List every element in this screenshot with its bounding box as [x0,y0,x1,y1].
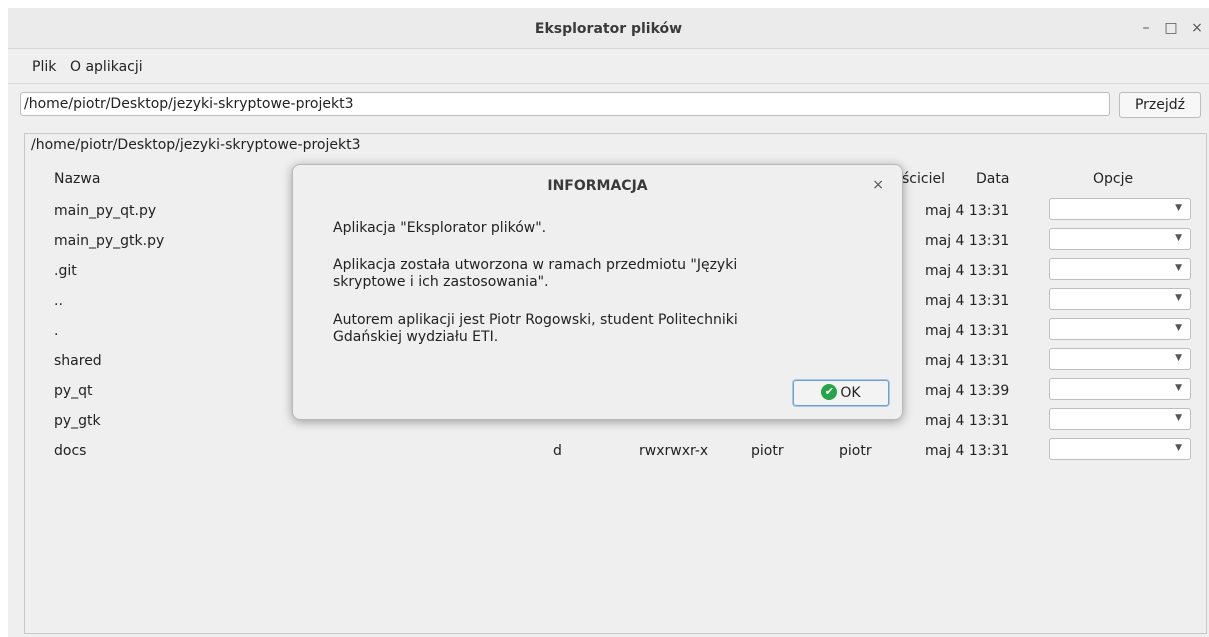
dialog-close-icon[interactable]: × [872,177,884,193]
ok-button-label: OK [840,385,861,401]
file-permissions: rwxrwxr-x [639,443,709,459]
file-date: maj 4 13:31 [925,203,1010,219]
file-date: maj 4 13:31 [925,323,1010,339]
column-header-options: Opcje [1093,171,1134,187]
chevron-down-icon: ▼ [1175,413,1182,423]
options-dropdown[interactable]: ▼ [1049,258,1191,280]
column-header-name: Nazwa [54,171,101,187]
column-header-date: Data [976,171,1010,187]
chevron-down-icon: ▼ [1175,323,1182,333]
column-header-owner: ściciel [902,171,945,187]
options-dropdown[interactable]: ▼ [1049,288,1191,310]
menu-plik[interactable]: Plik [32,59,56,75]
file-name: py_gtk [54,413,101,429]
options-dropdown[interactable]: ▼ [1049,438,1191,460]
file-name: . [54,323,59,339]
maximize-icon[interactable]: □ [1163,20,1179,36]
file-date: maj 4 13:39 [925,383,1010,399]
options-dropdown[interactable]: ▼ [1049,228,1191,250]
table-row: docs d rwxrwxr-x piotr piotr maj 4 13:31… [25,436,1206,466]
file-date: maj 4 13:31 [925,263,1010,279]
window-title: Eksplorator plików [534,21,683,37]
ok-button[interactable]: ✔ OK [793,380,889,406]
file-name: main_py_qt.py [54,203,157,219]
chevron-down-icon: ▼ [1175,353,1182,363]
file-date: maj 4 13:31 [925,233,1010,249]
file-group: piotr [839,443,872,459]
title-bar: Eksplorator plików – □ × [8,8,1209,49]
file-name: docs [54,443,87,459]
file-owner: piotr [751,443,784,459]
chevron-down-icon: ▼ [1175,293,1182,303]
info-dialog: INFORMACJA × Aplikacja "Eksplorator plik… [292,164,903,420]
file-date: maj 4 13:31 [925,353,1010,369]
dialog-message-line: Aplikacja została utworzona w ramach prz… [333,257,738,273]
chevron-down-icon: ▼ [1175,203,1182,213]
options-dropdown[interactable]: ▼ [1049,408,1191,430]
options-dropdown[interactable]: ▼ [1049,318,1191,340]
options-dropdown[interactable]: ▼ [1049,198,1191,220]
chevron-down-icon: ▼ [1175,233,1182,243]
checkmark-icon: ✔ [821,384,838,400]
dialog-message-line: skryptowe i ich zastosowania". [333,274,549,290]
minimize-icon[interactable]: – [1138,20,1154,36]
file-name: py_qt [54,383,93,399]
file-name: shared [54,353,102,369]
file-date: maj 4 13:31 [925,293,1010,309]
chevron-down-icon: ▼ [1175,443,1182,453]
file-type: d [553,443,562,459]
panel-title: /home/piotr/Desktop/jezyki-skryptowe-pro… [31,137,361,153]
dialog-message-line: Aplikacja "Eksplorator plików". [333,220,547,236]
chevron-down-icon: ▼ [1175,263,1182,273]
menu-bar: Plik O aplikacji [8,49,1209,84]
close-icon[interactable]: × [1189,20,1205,36]
options-dropdown[interactable]: ▼ [1049,378,1191,400]
chevron-down-icon: ▼ [1175,383,1182,393]
file-date: maj 4 13:31 [925,443,1010,459]
dialog-message-line: Autorem aplikacji jest Piotr Rogowski, s… [333,312,738,328]
file-name: .. [54,293,63,309]
file-name: main_py_gtk.py [54,233,165,249]
dialog-title: INFORMACJA [547,178,648,194]
path-input[interactable] [20,92,1110,116]
dialog-message-line: Gdańskiej wydziału ETI. [333,329,499,345]
file-name: .git [54,263,77,279]
go-button[interactable]: Przejdź [1119,92,1201,118]
menu-o-aplikacji[interactable]: O aplikacji [70,59,143,75]
options-dropdown[interactable]: ▼ [1049,348,1191,370]
file-date: maj 4 13:31 [925,413,1010,429]
